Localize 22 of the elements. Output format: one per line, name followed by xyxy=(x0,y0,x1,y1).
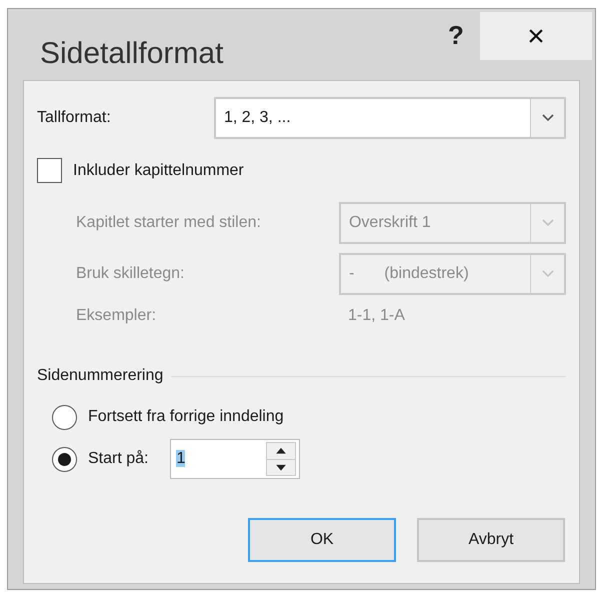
radio-button[interactable] xyxy=(52,446,77,472)
window-title: Sidetallformat xyxy=(40,36,224,72)
start-number-spinner[interactable]: 1 xyxy=(170,439,300,479)
help-button[interactable]: ? xyxy=(432,13,480,57)
include-chapter-checkbox[interactable] xyxy=(37,158,62,183)
radio-label: Fortsett fra forrige inndeling xyxy=(88,407,284,427)
chevron-down-icon xyxy=(542,219,554,227)
dialog-button[interactable]: Avbryt xyxy=(417,518,565,562)
radio-label: Start på: xyxy=(88,449,148,469)
dialog-button[interactable]: OK xyxy=(248,518,396,562)
chapter-field-label: Kapitlet starter med stilen: xyxy=(75,213,262,233)
chapter-field-label: Eksempler: xyxy=(75,306,158,326)
chevron-down-icon xyxy=(542,114,554,122)
radio-button[interactable] xyxy=(52,404,77,430)
chapter-field-label: Bruk skilletegn: xyxy=(75,264,186,284)
number-format-dropdown[interactable]: 1, 2, 3, ... xyxy=(214,97,566,139)
number-format-label: Tallformat: xyxy=(37,108,112,128)
close-button[interactable]: × xyxy=(480,12,592,60)
example-value: 1-1, 1-A xyxy=(347,306,405,326)
include-chapter-label: Inkluder kapittelnummer xyxy=(73,160,244,180)
chevron-down-icon xyxy=(542,270,554,278)
section-heading: Sidenummerering xyxy=(37,366,164,386)
